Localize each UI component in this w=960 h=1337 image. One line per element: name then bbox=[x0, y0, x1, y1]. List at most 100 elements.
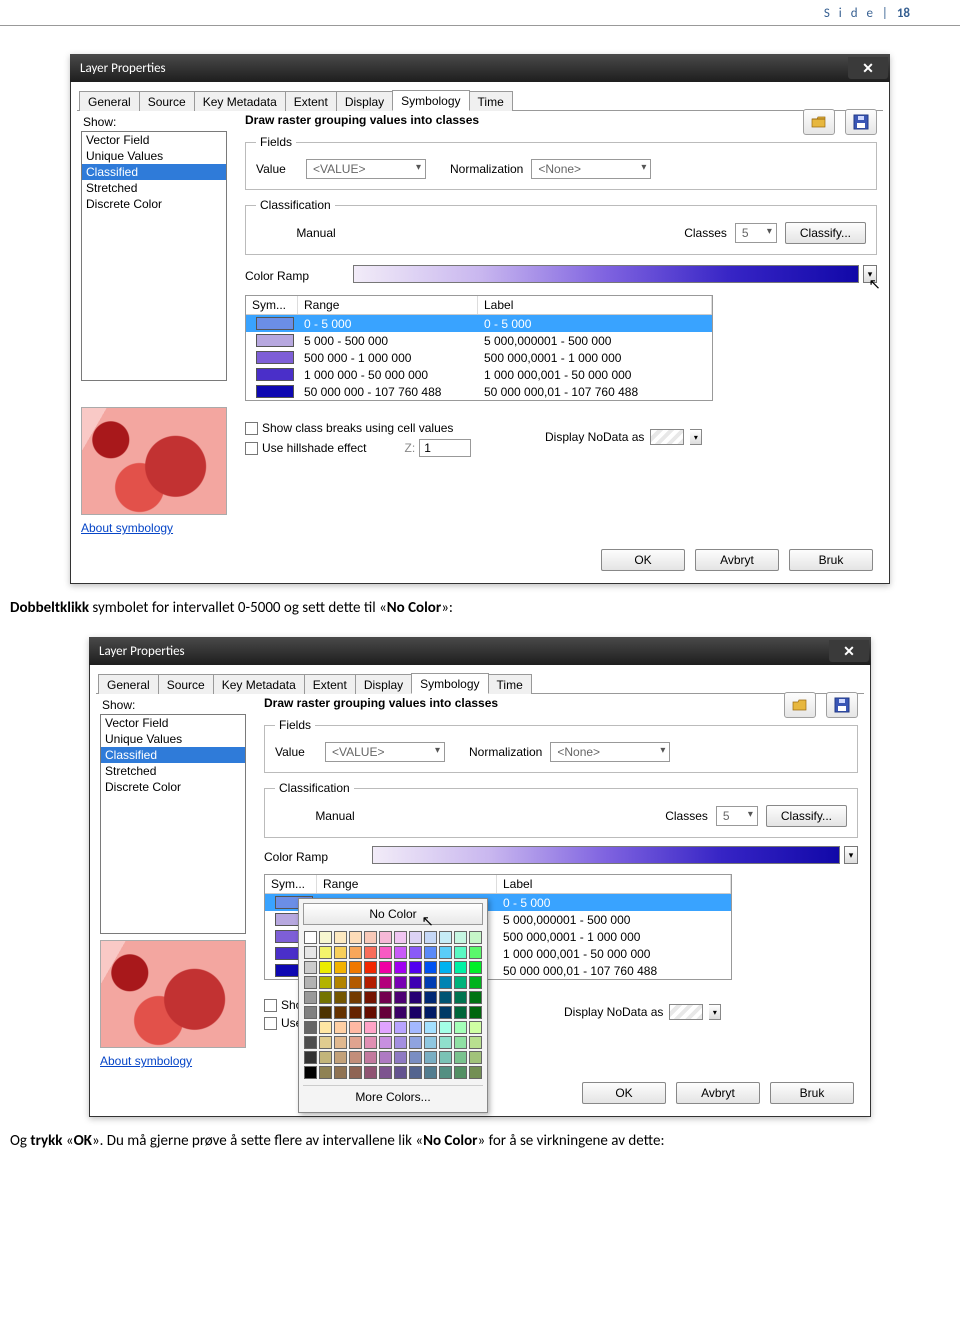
color-swatch[interactable] bbox=[364, 1036, 377, 1049]
color-swatch[interactable] bbox=[319, 931, 332, 944]
tab-source[interactable]: Source bbox=[139, 91, 195, 111]
color-swatch[interactable] bbox=[439, 1021, 452, 1034]
color-swatch[interactable] bbox=[379, 946, 392, 959]
color-swatch[interactable] bbox=[394, 1051, 407, 1064]
color-swatch[interactable] bbox=[394, 1021, 407, 1034]
color-swatch[interactable] bbox=[424, 991, 437, 1004]
about-symbology-link[interactable]: About symbology bbox=[81, 521, 227, 535]
color-swatch[interactable] bbox=[349, 991, 362, 1004]
color-swatch[interactable] bbox=[319, 961, 332, 974]
color-swatch[interactable] bbox=[439, 1066, 452, 1079]
color-swatch[interactable] bbox=[394, 931, 407, 944]
show-item-vector-field[interactable]: Vector Field bbox=[82, 132, 226, 148]
color-swatch[interactable] bbox=[394, 946, 407, 959]
color-swatch[interactable] bbox=[424, 931, 437, 944]
cancel-button[interactable]: Avbryt bbox=[676, 1082, 760, 1104]
color-swatch[interactable] bbox=[379, 1066, 392, 1079]
color-swatch[interactable] bbox=[409, 931, 422, 944]
color-swatch[interactable] bbox=[424, 1006, 437, 1019]
color-swatch[interactable] bbox=[439, 1006, 452, 1019]
tab-source[interactable]: Source bbox=[158, 674, 214, 694]
show-item-stretched[interactable]: Stretched bbox=[82, 180, 226, 196]
color-swatch[interactable] bbox=[319, 1021, 332, 1034]
no-color-button[interactable]: No Color ↖ bbox=[303, 903, 483, 925]
color-swatch[interactable] bbox=[454, 1006, 467, 1019]
color-swatch[interactable] bbox=[394, 1036, 407, 1049]
tab-time[interactable]: Time bbox=[488, 674, 532, 694]
nodata-swatch[interactable] bbox=[669, 1004, 703, 1020]
color-swatch[interactable] bbox=[304, 931, 317, 944]
class-swatch[interactable] bbox=[256, 317, 294, 330]
save-button[interactable] bbox=[826, 692, 858, 718]
color-swatch[interactable] bbox=[439, 946, 452, 959]
color-swatch[interactable] bbox=[379, 1036, 392, 1049]
color-swatch[interactable] bbox=[424, 1036, 437, 1049]
color-swatch[interactable] bbox=[439, 961, 452, 974]
show-item-discrete-color[interactable]: Discrete Color bbox=[101, 779, 245, 795]
classify-button[interactable]: Classify... bbox=[785, 222, 866, 244]
tab-extent[interactable]: Extent bbox=[285, 91, 337, 111]
color-swatch[interactable] bbox=[304, 961, 317, 974]
color-swatch[interactable] bbox=[394, 976, 407, 989]
color-swatch[interactable] bbox=[334, 1021, 347, 1034]
tab-display[interactable]: Display bbox=[355, 674, 412, 694]
tab-time[interactable]: Time bbox=[469, 91, 513, 111]
more-colors-button[interactable]: More Colors... bbox=[303, 1085, 483, 1106]
color-swatch[interactable] bbox=[334, 976, 347, 989]
classes-combo[interactable]: 5 bbox=[716, 806, 758, 826]
color-swatch[interactable] bbox=[454, 946, 467, 959]
color-swatch[interactable] bbox=[439, 976, 452, 989]
color-swatch[interactable] bbox=[469, 1006, 482, 1019]
color-swatch[interactable] bbox=[469, 991, 482, 1004]
color-swatch[interactable] bbox=[304, 1006, 317, 1019]
color-swatch[interactable] bbox=[349, 946, 362, 959]
color-swatch[interactable] bbox=[364, 1006, 377, 1019]
show-breaks-checkbox[interactable] bbox=[264, 999, 277, 1012]
color-swatch[interactable] bbox=[334, 961, 347, 974]
color-swatch[interactable] bbox=[349, 931, 362, 944]
color-swatch[interactable] bbox=[454, 961, 467, 974]
tab-key-metadata[interactable]: Key Metadata bbox=[213, 674, 305, 694]
color-swatch[interactable] bbox=[334, 1051, 347, 1064]
color-swatch[interactable] bbox=[379, 931, 392, 944]
z-input[interactable] bbox=[419, 439, 471, 457]
color-swatch[interactable] bbox=[454, 1051, 467, 1064]
nodata-dropdown[interactable]: ▾ bbox=[709, 1004, 721, 1020]
show-item-stretched[interactable]: Stretched bbox=[101, 763, 245, 779]
color-swatch[interactable] bbox=[319, 1036, 332, 1049]
color-swatch[interactable] bbox=[379, 1051, 392, 1064]
color-swatch[interactable] bbox=[454, 1066, 467, 1079]
color-swatch[interactable] bbox=[364, 1051, 377, 1064]
value-combo[interactable]: <VALUE> bbox=[306, 159, 426, 179]
normalization-combo[interactable]: <None> bbox=[531, 159, 651, 179]
color-swatch[interactable] bbox=[304, 946, 317, 959]
apply-button[interactable]: Bruk bbox=[789, 549, 873, 571]
color-swatch[interactable] bbox=[424, 1051, 437, 1064]
tab-symbology[interactable]: Symbology bbox=[411, 673, 488, 694]
color-swatch[interactable] bbox=[409, 1006, 422, 1019]
color-swatch[interactable] bbox=[349, 1051, 362, 1064]
show-item-classified[interactable]: Classified bbox=[101, 747, 245, 763]
open-file-button[interactable] bbox=[784, 692, 816, 718]
color-swatch[interactable] bbox=[334, 1036, 347, 1049]
color-swatch[interactable] bbox=[394, 1066, 407, 1079]
color-swatch[interactable] bbox=[334, 946, 347, 959]
save-button[interactable] bbox=[845, 109, 877, 135]
color-swatch[interactable] bbox=[409, 976, 422, 989]
color-swatch[interactable] bbox=[469, 946, 482, 959]
color-swatch[interactable] bbox=[304, 976, 317, 989]
color-swatch[interactable] bbox=[364, 1066, 377, 1079]
tab-extent[interactable]: Extent bbox=[304, 674, 356, 694]
color-swatch[interactable] bbox=[454, 931, 467, 944]
color-swatch[interactable] bbox=[379, 1021, 392, 1034]
tab-key-metadata[interactable]: Key Metadata bbox=[194, 91, 286, 111]
nodata-dropdown[interactable]: ▾ bbox=[690, 429, 702, 445]
tab-display[interactable]: Display bbox=[336, 91, 393, 111]
tab-general[interactable]: General bbox=[98, 674, 159, 694]
color-swatch[interactable] bbox=[379, 1006, 392, 1019]
close-button[interactable]: ✕ bbox=[829, 640, 869, 662]
color-swatch[interactable] bbox=[364, 1021, 377, 1034]
tab-symbology[interactable]: Symbology bbox=[392, 90, 469, 111]
color-ramp-dropdown[interactable]: ▾ bbox=[844, 846, 858, 864]
color-swatch[interactable] bbox=[424, 976, 437, 989]
